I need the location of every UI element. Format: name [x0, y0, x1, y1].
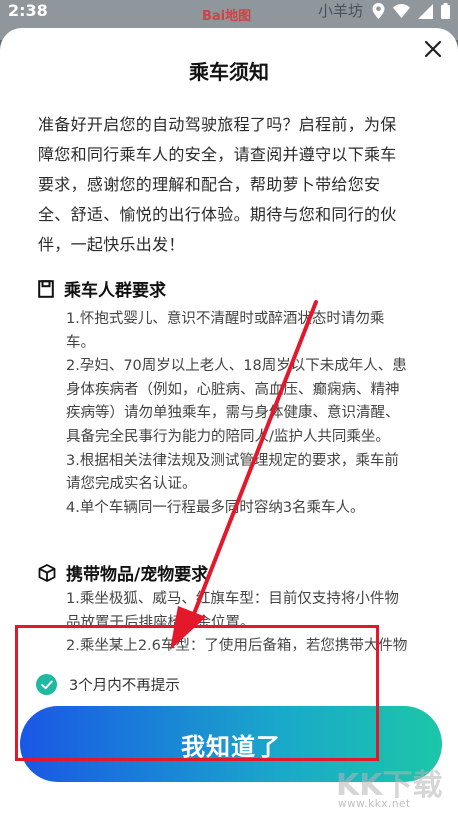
list-item: 请您完成实名认证。: [66, 476, 197, 493]
passenger-rules-list: 1.怀抱式婴儿、意识不清醒时或醉酒状态时请勿乘 车。 2.孕妇、70周岁以上老人…: [66, 308, 432, 520]
list-item: 身体疾病者（例如，心脏病、高血压、癫痫病、精神: [66, 381, 400, 398]
status-bar: 2:38: [0, 0, 458, 26]
intro-text: 准备好开启您的自动驾驶旅程了吗？启程前，为保 障您和同行乘车人的安全，请查阅并遵…: [38, 110, 430, 260]
status-icons: [372, 3, 450, 19]
dialog-title: 乘车须知: [189, 60, 269, 84]
intro-line: 障您和同行乘车人的安全，请查阅并遵守以下乘车: [38, 145, 397, 164]
location-icon: [372, 3, 385, 19]
intro-line: 要求，感谢您的理解和配合，帮助萝卜带给您安: [38, 175, 381, 194]
signal-icon: [418, 3, 433, 19]
list-item: 1.怀抱式婴儿、意识不清醒时或醉酒状态时请勿乘: [66, 311, 385, 327]
list-item: 2.孕妇、70周岁以上老人、18周岁以下未成年人、患: [66, 358, 407, 375]
list-item: 疾病等）请勿单独乘车，需与身体健康、意识清醒、: [66, 405, 400, 422]
section-items-pets-requirements: 携带物品/宠物要求: [38, 560, 208, 585]
annotation-highlight-box: [15, 625, 379, 761]
section-passenger-requirements: 乘车人群要求: [38, 276, 166, 301]
clipboard-icon: [38, 279, 54, 298]
status-time: 2:38: [8, 1, 48, 20]
wifi-icon: [393, 4, 410, 18]
list-item: 1.乘坐极狐、威马、红旗车型：目前仅支持将小件物: [66, 591, 399, 607]
section-heading: 携带物品/宠物要求: [66, 565, 209, 585]
list-item: 车。: [66, 334, 95, 351]
section-heading: 乘车人群要求: [64, 281, 166, 301]
list-item: 具备完全民事行为能力的陪同人/监护人共同乘坐。: [66, 428, 390, 445]
intro-line: 准备好开启您的自动驾驶旅程了吗？启程前，为保: [38, 115, 397, 134]
list-item: 4.单个车辆同一行程最多同时容纳3名乘车人。: [66, 499, 365, 516]
package-icon: [38, 563, 56, 582]
watermark-url: www.kkx.net: [338, 798, 411, 810]
battery-icon: [441, 3, 450, 19]
intro-line: 全、舒适、愉悦的出行体验。期待与您和同行的伙: [38, 205, 397, 224]
intro-line: 伴，一起快乐出发！: [38, 235, 185, 254]
list-item: 3.根据相关法律法规及测试管理规定的要求，乘车前: [66, 452, 399, 469]
